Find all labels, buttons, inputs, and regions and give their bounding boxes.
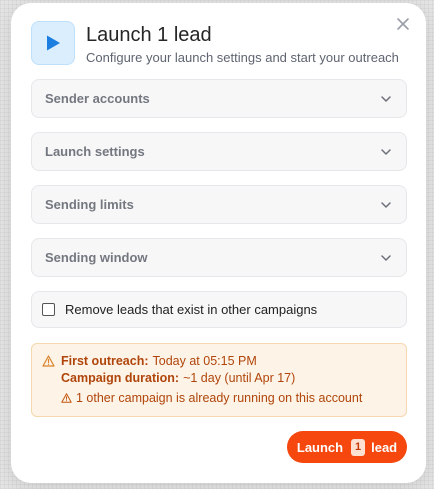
modal-header: Launch 1 lead Configure your launch sett…: [31, 21, 399, 67]
first-outreach-label: First outreach:: [61, 354, 149, 368]
accordion-label: Launch settings: [45, 144, 145, 159]
launch-button-suffix: lead: [371, 439, 398, 455]
remove-leads-label[interactable]: Remove leads that exist in other campaig…: [65, 302, 317, 317]
accordion-sending-window[interactable]: Sending window: [31, 238, 407, 277]
running-campaign-warning: 1 other campaign is already running on t…: [61, 391, 362, 405]
running-campaign-warning-text: 1 other campaign is already running on t…: [76, 391, 363, 405]
accordion-launch-settings[interactable]: Launch settings: [31, 132, 407, 171]
modal-subtitle: Configure your launch settings and start…: [86, 50, 399, 65]
warning-triangle-icon: [42, 355, 55, 367]
launch-button-prefix: Launch: [296, 439, 344, 455]
launch-summary-box: First outreach: Today at 05:15 PM Campai…: [31, 343, 407, 417]
accordion-label: Sender accounts: [45, 91, 150, 106]
accordion-label: Sending limits: [45, 197, 134, 212]
first-outreach-value: Today at 05:15 PM: [152, 354, 257, 368]
lead-count-badge: 1: [351, 438, 366, 456]
modal-title: Launch 1 lead: [86, 24, 212, 46]
chevron-down-icon: [381, 201, 391, 208]
play-icon-box: [31, 21, 75, 65]
accordion-label: Sending window: [45, 250, 148, 265]
chevron-down-icon: [381, 148, 391, 155]
accordion-sending-limits[interactable]: Sending limits: [31, 185, 407, 224]
play-icon: [47, 35, 60, 51]
chevron-down-icon: [381, 254, 391, 261]
campaign-duration-line: Campaign duration: ~1 day (until Apr 17): [61, 371, 295, 385]
launch-button[interactable]: Launch 1 lead: [287, 431, 407, 463]
accordion-sender-accounts[interactable]: Sender accounts: [31, 79, 407, 118]
remove-leads-checkbox[interactable]: [42, 303, 55, 316]
chevron-down-icon: [381, 95, 391, 102]
first-outreach-line: First outreach: Today at 05:15 PM: [42, 354, 257, 368]
campaign-duration-value: ~1 day (until Apr 17): [183, 371, 296, 385]
launch-modal: Launch 1 lead Configure your launch sett…: [11, 3, 426, 483]
campaign-duration-label: Campaign duration:: [61, 371, 180, 385]
warning-triangle-icon: [61, 393, 72, 403]
remove-leads-option: Remove leads that exist in other campaig…: [31, 291, 407, 328]
